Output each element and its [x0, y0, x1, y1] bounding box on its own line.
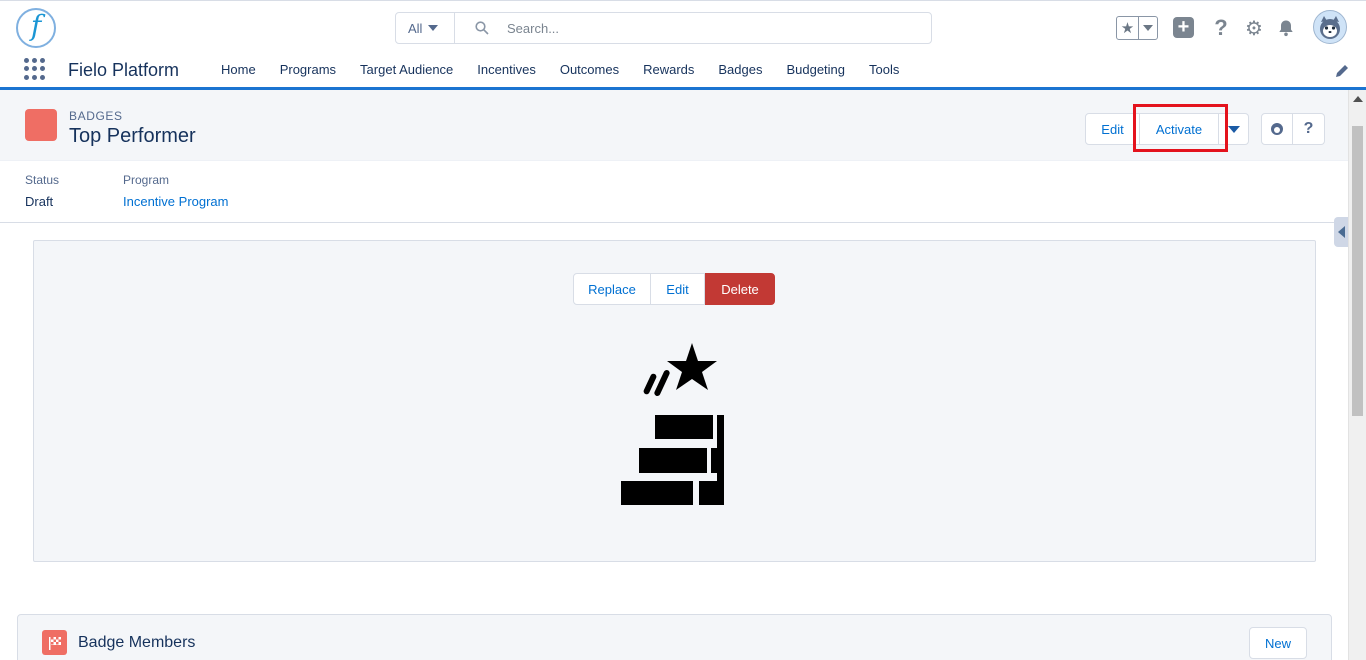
new-badge-member-button[interactable]: New [1249, 627, 1307, 659]
search-scope-label: All [408, 20, 423, 36]
field-program: Program Incentive Program [123, 173, 229, 209]
edit-button[interactable]: Edit [1085, 113, 1140, 145]
search-input[interactable] [507, 20, 887, 36]
nav-item-target-audience[interactable]: Target Audience [348, 52, 465, 87]
app-name: Fielo Platform [68, 60, 180, 80]
record-object-label: BADGES [69, 109, 123, 123]
nav-item-incentives[interactable]: Incentives [465, 52, 548, 87]
search-scope-dropdown[interactable]: All [396, 13, 455, 43]
delete-button[interactable]: Delete [705, 273, 775, 305]
record-type-icon [25, 109, 57, 141]
program-link[interactable]: Incentive Program [123, 194, 229, 209]
follow-icon[interactable] [1261, 113, 1293, 145]
gear-icon[interactable]: ⚙ [1243, 17, 1265, 40]
nav-item-budgeting[interactable]: Budgeting [774, 52, 857, 87]
record-help-icon[interactable]: ? [1293, 113, 1325, 145]
favorites-group: ★ [1116, 16, 1158, 40]
field-label: Status [25, 173, 60, 187]
search-field [455, 13, 931, 43]
top-performer-badge-icon [621, 343, 724, 505]
badge-image-panel: Replace Edit Delete [33, 240, 1316, 562]
pencil-icon[interactable] [1334, 63, 1350, 79]
global-header: f All ★ + ? ⚙ [0, 0, 1366, 52]
page-scrollbar[interactable] [1348, 90, 1366, 660]
user-avatar[interactable] [1313, 10, 1347, 44]
record-page: BADGES Top Performer Edit Activate ? Sta… [0, 90, 1348, 660]
nav-item-badges[interactable]: Badges [706, 52, 774, 87]
image-actions: Replace Edit Delete [573, 273, 775, 305]
nav-item-outcomes[interactable]: Outcomes [548, 52, 631, 87]
help-icon[interactable]: ? [1210, 15, 1232, 40]
scroll-up-arrow-icon[interactable] [1353, 96, 1363, 102]
record-utility-buttons: ? [1261, 113, 1325, 145]
notification-bell-icon[interactable] [1275, 17, 1297, 39]
record-header: BADGES Top Performer Edit Activate ? [0, 90, 1348, 161]
favorites-list-button[interactable] [1139, 17, 1157, 39]
related-list-badge-members: Badge Members New [17, 614, 1332, 660]
app-launcher-icon[interactable] [24, 58, 46, 80]
nav-items: Home Programs Target Audience Incentives… [209, 52, 911, 87]
avatar-image-icon [1320, 16, 1340, 39]
nav-bar: Fielo Platform Home Programs Target Audi… [0, 52, 1366, 90]
related-list-title[interactable]: Badge Members [78, 634, 195, 652]
record-highlights: Status Draft Program Incentive Program [0, 161, 1348, 223]
chevron-down-icon [1143, 25, 1153, 31]
replace-button[interactable]: Replace [573, 273, 651, 305]
record-title: Top Performer [69, 125, 196, 147]
checkered-flag-icon [42, 630, 67, 655]
field-label: Program [123, 173, 170, 187]
nav-item-home[interactable]: Home [209, 52, 268, 87]
nav-item-programs[interactable]: Programs [268, 52, 348, 87]
activate-button[interactable]: Activate [1140, 113, 1219, 145]
global-add-icon[interactable]: + [1173, 16, 1194, 38]
nav-item-tools[interactable]: Tools [857, 52, 911, 87]
chevron-down-icon [1227, 125, 1240, 133]
favorites-star-icon[interactable]: ★ [1117, 17, 1139, 39]
global-search: All [395, 12, 932, 44]
side-panel-toggle[interactable] [1334, 217, 1348, 247]
scrollbar-thumb[interactable] [1352, 126, 1363, 416]
more-actions-button[interactable] [1219, 113, 1249, 145]
chevron-down-icon [428, 25, 439, 31]
nav-item-rewards[interactable]: Rewards [631, 52, 706, 87]
app-logo[interactable]: f [16, 8, 56, 48]
field-status: Status Draft [25, 173, 59, 209]
logo-letter: f [30, 9, 42, 42]
field-value: Draft [25, 194, 54, 209]
search-icon [475, 21, 489, 35]
record-actions: Edit Activate [1085, 113, 1249, 145]
image-edit-button[interactable]: Edit [651, 273, 705, 305]
chevron-left-icon [1337, 226, 1345, 238]
